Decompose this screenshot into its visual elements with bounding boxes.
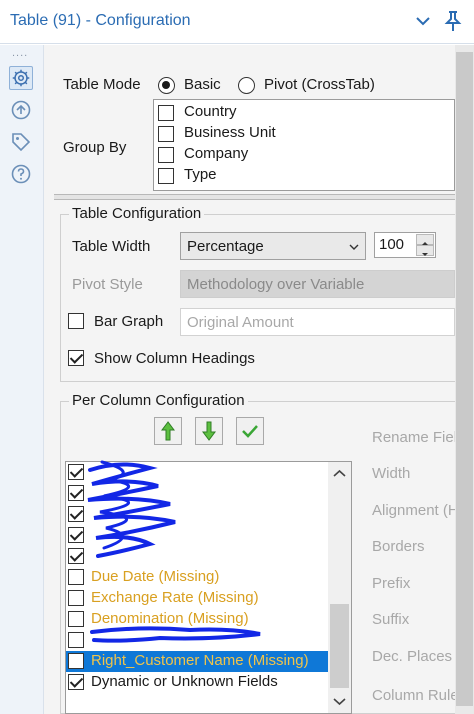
alignment-label: Alignment (H	[372, 502, 459, 519]
borders-label: Borders	[372, 538, 425, 555]
panel-scroll-thumb[interactable]	[456, 52, 473, 706]
check-all-button[interactable]	[236, 417, 264, 445]
pivot-radio[interactable]	[238, 77, 255, 94]
rail-grip: ....	[12, 47, 29, 59]
spin-up-button[interactable]	[416, 234, 434, 245]
scroll-down-icon[interactable]	[328, 691, 351, 711]
column-label: Dynamic or Unknown Fields	[91, 673, 278, 690]
group-by-checkbox[interactable]	[158, 126, 174, 142]
group-by-item-label: Country	[184, 103, 237, 120]
column-list-scroll-thumb[interactable]	[330, 604, 349, 688]
list-item-selected[interactable]: Right_Customer Name (Missing)	[66, 651, 329, 672]
basic-radio-label[interactable]: Basic	[184, 76, 221, 93]
group-by-checkbox[interactable]	[158, 105, 174, 121]
show-headings-checkbox[interactable]	[68, 350, 84, 366]
basic-radio[interactable]	[158, 77, 175, 94]
arrow-up-icon	[161, 421, 175, 441]
column-checkbox[interactable]	[68, 590, 84, 606]
list-item[interactable]: Denomination (Missing)	[66, 609, 329, 630]
chevron-down-icon	[349, 244, 359, 250]
pivot-style-dropdown: Methodology over Variable	[180, 270, 455, 298]
column-label: Right_Customer Name (Missing)	[91, 652, 309, 669]
prefix-label: Prefix	[372, 575, 411, 592]
column-checkbox[interactable]	[68, 485, 84, 501]
bar-graph-checkbox[interactable]	[68, 313, 84, 329]
list-item[interactable]	[66, 504, 329, 525]
move-up-button[interactable]	[154, 417, 182, 445]
column-checkbox[interactable]	[68, 569, 84, 585]
connect-icon[interactable]	[9, 98, 33, 122]
pin-icon[interactable]	[443, 10, 463, 32]
column-label: Denomination (Missing)	[91, 610, 249, 627]
group-by-checkbox[interactable]	[158, 147, 174, 163]
panel-title: Table (91) - Configuration	[10, 12, 191, 29]
list-item[interactable]	[66, 630, 329, 651]
column-rule-label: Column Rule	[372, 687, 459, 704]
column-list[interactable]: Due Date (Missing) Exchange Rate (Missin…	[65, 461, 352, 714]
column-checkbox[interactable]	[68, 674, 84, 690]
suffix-label: Suffix	[372, 611, 410, 628]
bar-graph-field-value: Original Amount	[187, 314, 294, 331]
move-down-button[interactable]	[195, 417, 223, 445]
scroll-up-icon[interactable]	[328, 464, 351, 484]
table-mode-label: Table Mode	[63, 76, 141, 93]
group-by-item-label: Type	[184, 166, 217, 183]
table-width-value: Percentage	[187, 238, 264, 255]
table-width-label: Table Width	[72, 238, 151, 255]
bar-graph-label[interactable]: Bar Graph	[94, 313, 163, 330]
pivot-style-value: Methodology over Variable	[187, 276, 365, 293]
pivot-radio-label[interactable]: Pivot (CrossTab)	[264, 76, 375, 93]
column-label: Due Date (Missing)	[91, 568, 220, 585]
column-checkbox[interactable]	[68, 632, 84, 648]
show-headings-label[interactable]: Show Column Headings	[94, 350, 255, 367]
panel-header: Table (91) - Configuration	[0, 0, 474, 44]
table-config-legend: Table Configuration	[69, 205, 205, 222]
width-label: Width	[372, 465, 411, 482]
table-width-dropdown[interactable]: Percentage	[180, 232, 366, 260]
column-checkbox[interactable]	[68, 464, 84, 480]
gear-icon[interactable]	[9, 66, 33, 90]
checkmark-icon	[242, 425, 258, 438]
list-item[interactable]	[66, 546, 329, 567]
spin-down-button[interactable]	[416, 245, 434, 256]
column-checkbox[interactable]	[68, 548, 84, 564]
column-checkbox[interactable]	[68, 653, 84, 669]
pivot-style-label: Pivot Style	[72, 276, 143, 293]
list-item[interactable]	[66, 483, 329, 504]
group-by-label: Group By	[63, 139, 127, 156]
list-item[interactable]: Exchange Rate (Missing)	[66, 588, 329, 609]
list-item[interactable]: Dynamic or Unknown Fields	[66, 672, 329, 693]
per-column-legend: Per Column Configuration	[69, 392, 248, 409]
rename-field-label: Rename Fiel	[372, 429, 458, 446]
width-spinner[interactable]: 100	[374, 232, 436, 258]
help-icon[interactable]	[9, 162, 33, 186]
bar-graph-field: Original Amount	[180, 308, 455, 336]
tag-icon[interactable]	[9, 130, 33, 154]
arrow-down-icon	[422, 253, 428, 256]
group-by-item-label: Company	[184, 145, 249, 162]
list-item[interactable]	[66, 462, 329, 483]
arrow-down-icon	[202, 421, 216, 441]
group-by-item-label: Business Unit	[184, 124, 276, 141]
splitter-handle[interactable]	[54, 194, 455, 200]
list-item[interactable]: Due Date (Missing)	[66, 567, 329, 588]
column-checkbox[interactable]	[68, 611, 84, 627]
width-value: 100	[379, 236, 405, 253]
column-checkbox[interactable]	[68, 527, 84, 543]
column-checkbox[interactable]	[68, 506, 84, 522]
dec-places-label: Dec. Places	[372, 648, 453, 665]
list-item[interactable]	[66, 525, 329, 546]
column-label: Exchange Rate (Missing)	[91, 589, 259, 606]
chevron-down-icon[interactable]	[414, 12, 432, 30]
group-by-checkbox[interactable]	[158, 168, 174, 184]
side-rail: ....	[0, 45, 44, 714]
group-by-list[interactable]: Country Business Unit Company Type	[153, 99, 455, 191]
